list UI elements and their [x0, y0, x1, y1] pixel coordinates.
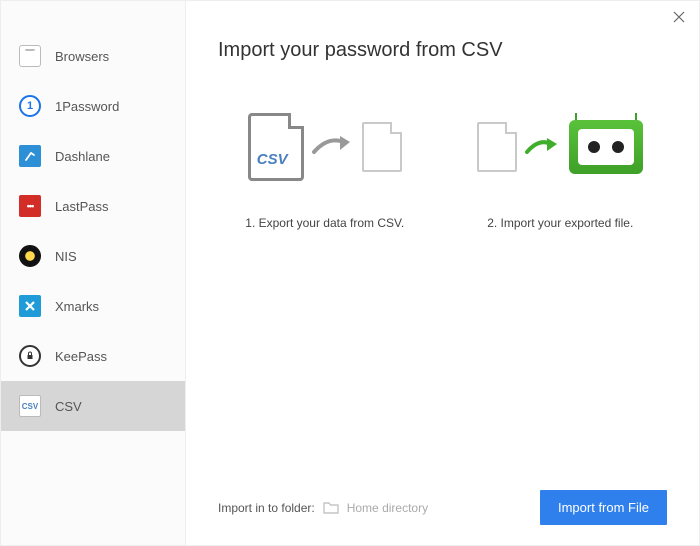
sidebar-item-xmarks[interactable]: Xmarks — [1, 281, 185, 331]
sidebar-item-1password[interactable]: 1 1Password — [1, 81, 185, 131]
arrow-right-green-icon — [523, 134, 563, 160]
sidebar-item-label: CSV — [55, 399, 82, 414]
close-icon — [673, 11, 685, 23]
roboform-icon — [569, 120, 643, 174]
sidebar-item-keepass[interactable]: KeePass — [1, 331, 185, 381]
folder-label: Import in to folder: — [218, 501, 315, 515]
step-1-illustration: CSV — [248, 102, 402, 192]
steps-row: CSV 1. Export your data from CSV. — [218, 102, 667, 230]
close-button[interactable] — [671, 9, 687, 25]
nis-icon — [19, 245, 41, 267]
step-1-text: 1. Export your data from CSV. — [245, 216, 404, 230]
sidebar-item-label: Dashlane — [55, 149, 110, 164]
sidebar-item-csv[interactable]: CSV CSV — [1, 381, 185, 431]
sidebar-item-browsers[interactable]: Browsers — [1, 31, 185, 81]
xmarks-icon — [19, 295, 41, 317]
sidebar-item-label: KeePass — [55, 349, 107, 364]
blank-file-icon — [362, 122, 402, 172]
sidebar-item-label: LastPass — [55, 199, 108, 214]
page-title: Import your password from CSV — [218, 39, 667, 62]
step-2-text: 2. Import your exported file. — [487, 216, 633, 230]
csv-icon: CSV — [19, 395, 41, 417]
browsers-icon — [19, 45, 41, 67]
folder-value: Home directory — [347, 501, 428, 515]
csv-file-icon: CSV — [248, 113, 304, 181]
sidebar-item-lastpass[interactable]: ••• LastPass — [1, 181, 185, 231]
import-from-file-button[interactable]: Import from File — [540, 490, 667, 525]
1password-icon: 1 — [19, 95, 41, 117]
step-2: 2. Import your exported file. — [454, 102, 668, 230]
sidebar-item-label: Browsers — [55, 49, 109, 64]
lastpass-icon: ••• — [19, 195, 41, 217]
step-1: CSV 1. Export your data from CSV. — [218, 102, 432, 230]
sidebar-item-nis[interactable]: NIS — [1, 231, 185, 281]
sidebar-item-label: Xmarks — [55, 299, 99, 314]
footer: Import in to folder: Home directory Impo… — [218, 474, 667, 525]
folder-selector[interactable]: Import in to folder: Home directory — [218, 501, 428, 515]
arrow-right-icon — [310, 132, 356, 162]
keepass-icon — [19, 345, 41, 367]
sidebar-item-dashlane[interactable]: Dashlane — [1, 131, 185, 181]
step-2-illustration — [477, 102, 643, 192]
main-panel: Import your password from CSV CSV 1. Exp… — [186, 1, 699, 545]
sidebar-item-label: 1Password — [55, 99, 119, 114]
folder-icon — [323, 501, 339, 514]
sidebar: Browsers 1 1Password Dashlane ••• LastPa… — [1, 1, 186, 545]
sidebar-item-label: NIS — [55, 249, 77, 264]
app-window: Browsers 1 1Password Dashlane ••• LastPa… — [0, 0, 700, 546]
dashlane-icon — [19, 145, 41, 167]
blank-file-icon — [477, 122, 517, 172]
